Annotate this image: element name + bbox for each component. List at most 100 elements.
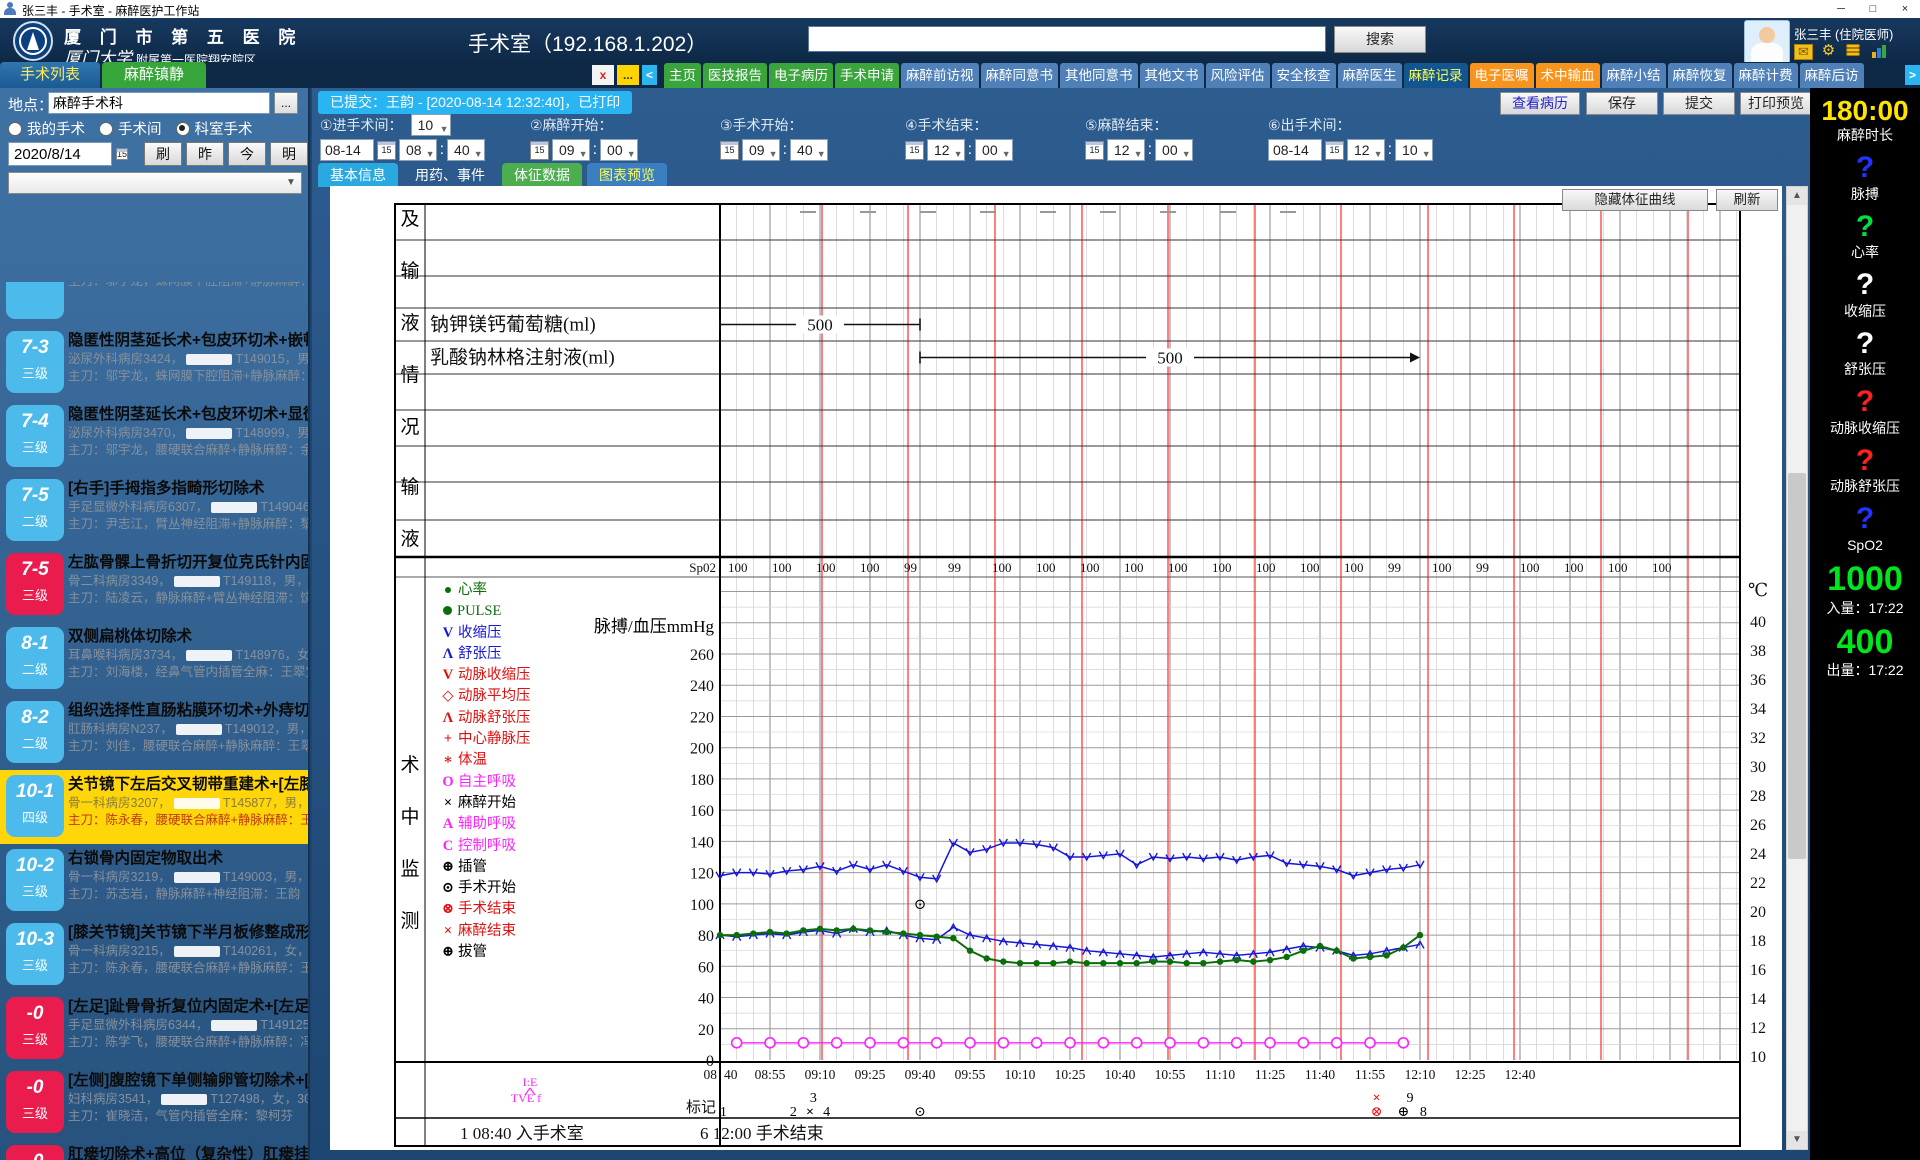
chart-vscrollbar[interactable]: ▲ ▼ bbox=[1786, 186, 1808, 1150]
chart-icon[interactable] bbox=[1872, 44, 1889, 58]
main-tab-17[interactable]: 麻醉后访 bbox=[1800, 63, 1864, 88]
minute-select[interactable]: 00▼ bbox=[975, 139, 1013, 161]
main-tab-2[interactable]: 电子病历 bbox=[769, 63, 833, 88]
room-select[interactable]: 10▼ bbox=[411, 114, 451, 136]
list-item-9[interactable]: 10-3三级[膝关节镜]关节镜下半月板修整成形术+关骨一科病房3215，T140… bbox=[0, 918, 308, 992]
coins-icon[interactable] bbox=[1846, 44, 1863, 58]
main-tab-14[interactable]: 麻醉小结 bbox=[1602, 63, 1666, 88]
search-button[interactable]: 搜索 bbox=[1334, 26, 1426, 53]
main-tab-1[interactable]: 医技报告 bbox=[703, 63, 767, 88]
hour-select[interactable]: 08▼ bbox=[399, 139, 437, 161]
main-tab-11[interactable]: 麻醉记录 bbox=[1404, 63, 1468, 88]
date-button-2[interactable]: 今 bbox=[228, 142, 266, 166]
date-field[interactable]: 08-14 bbox=[320, 139, 374, 161]
calendar-icon[interactable]: 15 bbox=[530, 141, 549, 160]
scroll-down-icon[interactable]: ▼ bbox=[1787, 1131, 1807, 1149]
main-tab-15[interactable]: 麻醉恢复 bbox=[1668, 63, 1732, 88]
refresh-button[interactable]: 刷新 bbox=[1716, 189, 1778, 211]
scope-radios: 我的手术手术间科室手术 bbox=[8, 118, 308, 140]
scroll-thumb[interactable] bbox=[1788, 473, 1806, 859]
subtab-3[interactable]: 图表预览 bbox=[587, 163, 667, 187]
submit-button[interactable]: 提交 bbox=[1663, 92, 1735, 115]
redacted-name bbox=[174, 946, 220, 957]
print-preview-button[interactable]: 打印预览 bbox=[1740, 92, 1812, 115]
minute-select[interactable]: 40▼ bbox=[447, 139, 485, 161]
main-tab-12[interactable]: 电子医嘱 bbox=[1470, 63, 1534, 88]
calendar-icon[interactable]: 15 bbox=[905, 141, 924, 160]
tab-close-icon[interactable]: x bbox=[592, 65, 614, 85]
calendar-icon[interactable]: 15 bbox=[720, 141, 739, 160]
mail-icon[interactable]: ✉ bbox=[1794, 44, 1813, 60]
scroll-up-icon[interactable]: ▲ bbox=[1787, 187, 1807, 205]
list-item-2[interactable]: 7-4三级隐匿性阴茎延长术+包皮环切术+显微镜下泌尿外科病房3470，T1489… bbox=[0, 400, 308, 474]
level-badge: -0三级 bbox=[6, 997, 64, 1059]
location-input[interactable] bbox=[48, 92, 270, 114]
list-item-5[interactable]: 8-1二级双侧扁桃体切除术耳鼻喉科病房3734，T148976，女，26岁主刀：… bbox=[0, 622, 308, 696]
list-item-10[interactable]: -0三级[左足]趾骨骨折复位内固定术+[左足]清创手足显微外科病房6344，T1… bbox=[0, 992, 308, 1066]
main-tab-7[interactable]: 其他文书 bbox=[1140, 63, 1204, 88]
date-button-3[interactable]: 明 bbox=[270, 142, 308, 166]
radio-2[interactable]: 科室手术 bbox=[176, 118, 253, 139]
hide-curve-button[interactable]: 隐藏体征曲线 bbox=[1562, 189, 1708, 211]
list-item-0[interactable]: 三级泌尿外科病房3409，T149000，男，12岁主刀：邬宇龙，蛛网膜下腔阻滞… bbox=[0, 282, 308, 326]
search-input[interactable] bbox=[808, 26, 1326, 52]
view-record-button[interactable]: 查看病历 bbox=[1500, 92, 1580, 115]
main-tab-6[interactable]: 其他同意书 bbox=[1060, 63, 1138, 88]
tab-more-icon[interactable]: ... bbox=[617, 65, 639, 85]
list-item-6[interactable]: 8-2二级组织选择性直肠粘膜环切术+外痔切除术肛肠科病房N237，T149012… bbox=[0, 696, 308, 770]
hour-select[interactable]: 09▼ bbox=[552, 139, 590, 161]
main-tab-8[interactable]: 风险评估 bbox=[1206, 63, 1270, 88]
hour-select[interactable]: 12▼ bbox=[1347, 139, 1385, 161]
time-field-group-4: ⑤麻醉结束：1512▼:00▼ bbox=[1085, 114, 1193, 162]
main-tab-9[interactable]: 安全核查 bbox=[1272, 63, 1336, 88]
tab-prev-icon[interactable]: < bbox=[642, 65, 657, 85]
gear-icon[interactable]: ⚙ bbox=[1820, 44, 1837, 58]
list-item-8[interactable]: 10-2三级右锁骨内固定物取出术骨一科病房3219，T149003，男，38岁：… bbox=[0, 844, 308, 918]
main-tab-16[interactable]: 麻醉计费 bbox=[1734, 63, 1798, 88]
main-tab-3[interactable]: 手术申请 bbox=[835, 63, 899, 88]
list-item-1[interactable]: 7-3三级隐匿性阴茎延长术+包皮环切术+嵌顿包茎泌尿外科病房3424，T1490… bbox=[0, 326, 308, 400]
level-text: 三级 bbox=[6, 883, 64, 901]
calendar-icon[interactable]: 15 bbox=[116, 148, 128, 160]
main-tab-0[interactable]: 主页 bbox=[664, 63, 701, 88]
save-button[interactable]: 保存 bbox=[1586, 92, 1658, 115]
hour-select[interactable]: 12▼ bbox=[1107, 139, 1145, 161]
calendar-icon[interactable]: 15 bbox=[1085, 141, 1104, 160]
tab-next-icon[interactable]: > bbox=[1905, 65, 1920, 85]
location-more-button[interactable]: ... bbox=[274, 92, 298, 114]
subtab-2[interactable]: 体征数据 bbox=[502, 163, 582, 187]
hour-select[interactable]: 12▼ bbox=[927, 139, 965, 161]
date-input[interactable] bbox=[8, 142, 112, 166]
minute-select[interactable]: 00▼ bbox=[600, 139, 638, 161]
list-item-11[interactable]: -0三级[左侧]腹腔镜下单侧输卵管切除术+[右侧]妇科病房3541，T12749… bbox=[0, 1066, 308, 1140]
minute-select[interactable]: 10▼ bbox=[1395, 139, 1433, 161]
calendar-icon[interactable]: 15 bbox=[1325, 141, 1344, 160]
list-item-3[interactable]: 7-5二级[右手]手拇指多指畸形切除术手足显微外科病房6307，T149046，… bbox=[0, 474, 308, 548]
date-field[interactable]: 08-14 bbox=[1268, 139, 1322, 161]
minute-select[interactable]: 00▼ bbox=[1155, 139, 1193, 161]
minute-select[interactable]: 40▼ bbox=[790, 139, 828, 161]
radio-1[interactable]: 手术间 bbox=[99, 118, 162, 139]
filter-combobox[interactable]: ▼ bbox=[8, 172, 302, 194]
tab-surgery-list[interactable]: 手术列表 bbox=[0, 62, 100, 88]
patient-line: 泌尿外科病房3470，T148999，男，15岁：0 bbox=[68, 425, 308, 442]
main-tab-10[interactable]: 麻醉医生 bbox=[1338, 63, 1402, 88]
list-item-12[interactable]: -0二级肛瘘切除术+高位（复杂性）肛瘘挂线术肛肠科病房N203，T149098，… bbox=[0, 1140, 308, 1160]
tab-anesthesia-sedation[interactable]: 麻醉镇静 bbox=[102, 62, 206, 88]
room-seq: 10-3 bbox=[6, 923, 64, 957]
close-icon[interactable]: × bbox=[1890, 0, 1920, 18]
minimize-icon[interactable]: ─ bbox=[1826, 0, 1856, 18]
list-item-7[interactable]: 10-1四级关节镜下左后交叉韧带重建术+[左膝关节骨一科病房3207，T1458… bbox=[0, 770, 308, 844]
date-button-1[interactable]: 昨 bbox=[186, 142, 224, 166]
list-item-4[interactable]: 7-5三级左肱骨髁上骨折切开复位克氏针内固定术骨二科病房3349，T149118… bbox=[0, 548, 308, 622]
main-tab-13[interactable]: 术中输血 bbox=[1536, 63, 1600, 88]
hour-select[interactable]: 09▼ bbox=[742, 139, 780, 161]
calendar-icon[interactable]: 15 bbox=[377, 141, 396, 160]
date-button-0[interactable]: 刷 bbox=[144, 142, 182, 166]
maximize-icon[interactable]: □ bbox=[1858, 0, 1888, 18]
subtab-0[interactable]: 基本信息 bbox=[318, 163, 398, 187]
radio-0[interactable]: 我的手术 bbox=[8, 118, 85, 139]
main-tab-5[interactable]: 麻醉同意书 bbox=[981, 63, 1059, 88]
main-tab-4[interactable]: 麻醉前访视 bbox=[901, 63, 979, 88]
subtab-1[interactable]: 用药、事件 bbox=[403, 163, 497, 187]
